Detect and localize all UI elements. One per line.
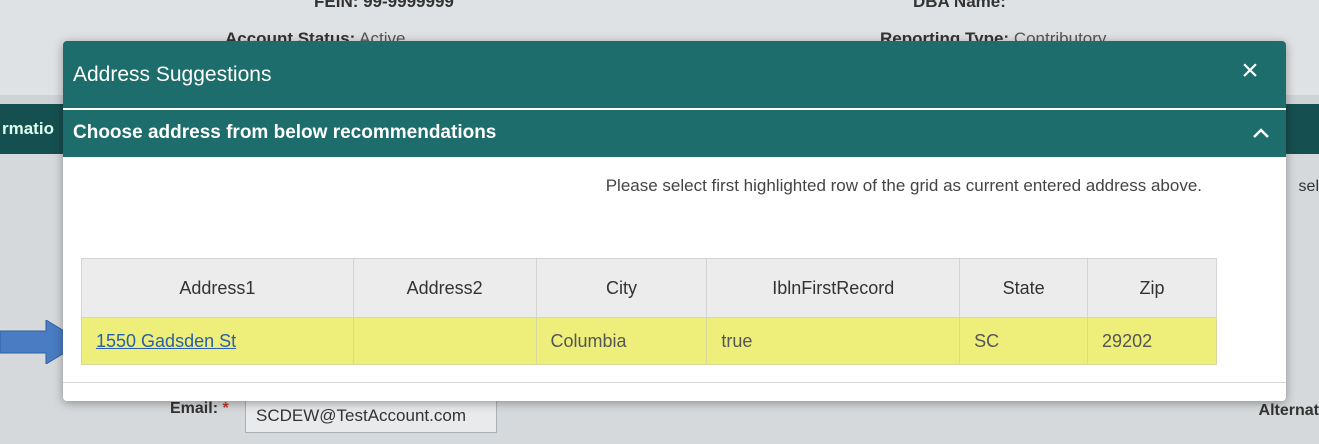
column-header-address1[interactable]: Address1 <box>81 258 354 318</box>
cell-city: Columbia <box>535 317 708 365</box>
dba-label: DBA Name: <box>913 0 1006 11</box>
cell-address2 <box>352 317 537 365</box>
column-header-address2[interactable]: Address2 <box>352 258 537 318</box>
column-header-first-record[interactable]: IblnFirstRecord <box>706 258 961 318</box>
cell-zip: 29202 <box>1087 317 1217 365</box>
section-title: Choose address from below recommendation… <box>73 122 497 143</box>
email-label: Email: * <box>170 400 229 417</box>
dialog-header: Address Suggestions × <box>63 41 1286 108</box>
dialog-footer-divider <box>63 382 1286 383</box>
column-header-state[interactable]: State <box>959 258 1089 318</box>
column-header-zip[interactable]: Zip <box>1087 258 1217 318</box>
background-right-fragment: sel <box>1298 178 1319 195</box>
grid-header-row: Address1 Address2 City IblnFirstRecord S… <box>81 258 1217 318</box>
column-header-city[interactable]: City <box>535 258 708 318</box>
instruction-text: Please select first highlighted row of t… <box>605 176 1202 195</box>
chevron-up-icon[interactable] <box>1250 122 1272 144</box>
close-icon[interactable]: × <box>1234 55 1266 87</box>
cell-state: SC <box>959 317 1089 365</box>
alternate-label: Alternat <box>1258 402 1319 419</box>
cell-address1: 1550 Gadsden St <box>81 317 354 365</box>
email-field[interactable]: SCDEW@TestAccount.com <box>245 397 497 433</box>
address-link[interactable]: 1550 Gadsden St <box>96 331 236 351</box>
background-section-title: rmatio <box>2 119 54 138</box>
table-row[interactable]: 1550 Gadsden St Columbia true SC 29202 <box>81 317 1217 365</box>
address-suggestions-dialog: Address Suggestions × Choose address fro… <box>63 41 1286 401</box>
cell-first-record: true <box>706 317 961 365</box>
fein-text: FEIN: 99-9999999 <box>314 0 454 11</box>
dialog-title: Address Suggestions <box>73 63 272 86</box>
recommendations-section-header[interactable]: Choose address from below recommendation… <box>63 110 1286 157</box>
address-grid: Address1 Address2 City IblnFirstRecord S… <box>81 258 1217 365</box>
